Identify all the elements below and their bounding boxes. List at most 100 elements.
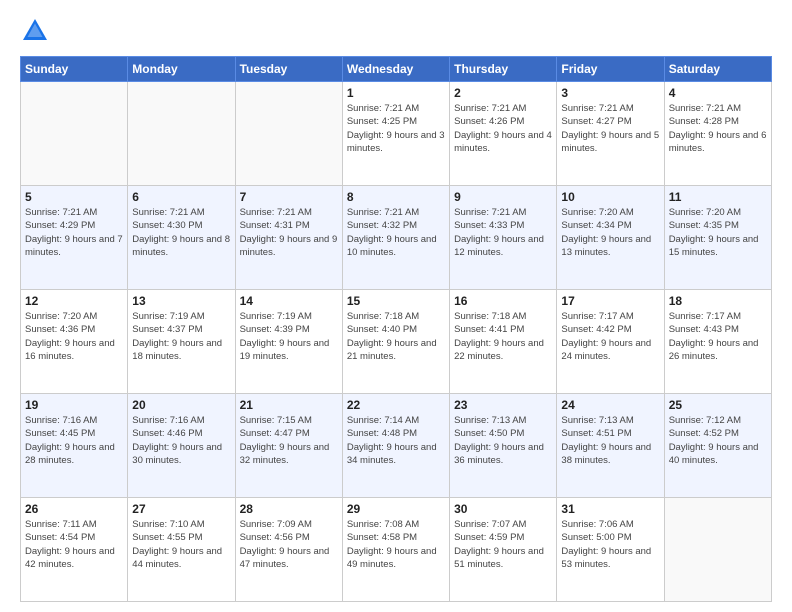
day-info: Sunrise: 7:20 AM Sunset: 4:35 PM Dayligh…: [669, 206, 767, 259]
calendar-cell: 11 Sunrise: 7:20 AM Sunset: 4:35 PM Dayli…: [664, 186, 771, 290]
header: [20, 16, 772, 46]
day-info: Sunrise: 7:21 AM Sunset: 4:32 PM Dayligh…: [347, 206, 445, 259]
day-number: 13: [132, 294, 230, 308]
day-number: 14: [240, 294, 338, 308]
calendar-cell: 30Sunrise: 7:07 AM Sunset: 4:59 PM Dayli…: [450, 498, 557, 602]
weekday-header-saturday: Saturday: [664, 57, 771, 82]
day-info: Sunrise: 7:21 AM Sunset: 4:25 PM Dayligh…: [347, 102, 445, 155]
day-number: 10: [561, 190, 659, 204]
day-info: Sunrise: 7:15 AM Sunset: 4:47 PM Dayligh…: [240, 414, 338, 467]
calendar-cell: 22Sunrise: 7:14 AM Sunset: 4:48 PM Dayli…: [342, 394, 449, 498]
calendar-cell: 21 Sunrise: 7:15 AM Sunset: 4:47 PM Dayli…: [235, 394, 342, 498]
calendar-cell: 19 Sunrise: 7:16 AM Sunset: 4:45 PM Dayli…: [21, 394, 128, 498]
day-number: 16: [454, 294, 552, 308]
calendar-cell: 1 Sunrise: 7:21 AM Sunset: 4:25 PM Daylig…: [342, 82, 449, 186]
calendar-cell: 5Sunrise: 7:21 AM Sunset: 4:29 PM Daylig…: [21, 186, 128, 290]
day-number: 4: [669, 86, 767, 100]
day-number: 28: [240, 502, 338, 516]
day-number: 21: [240, 398, 338, 412]
weekday-header-sunday: Sunday: [21, 57, 128, 82]
page: SundayMondayTuesdayWednesdayThursdayFrid…: [0, 0, 792, 612]
day-number: 23: [454, 398, 552, 412]
calendar-cell: 18 Sunrise: 7:17 AM Sunset: 4:43 PM Dayli…: [664, 290, 771, 394]
logo: [20, 16, 54, 46]
calendar-cell: 7Sunrise: 7:21 AM Sunset: 4:31 PM Daylig…: [235, 186, 342, 290]
day-number: 26: [25, 502, 123, 516]
day-info: Sunrise: 7:16 AM Sunset: 4:46 PM Dayligh…: [132, 414, 230, 467]
day-info: Sunrise: 7:13 AM Sunset: 4:51 PM Dayligh…: [561, 414, 659, 467]
calendar-week-5: 26 Sunrise: 7:11 AM Sunset: 4:54 PM Dayli…: [21, 498, 772, 602]
day-number: 11: [669, 190, 767, 204]
calendar-cell: 13 Sunrise: 7:19 AM Sunset: 4:37 PM Dayli…: [128, 290, 235, 394]
day-info: Sunrise: 7:21 AM Sunset: 4:29 PM Dayligh…: [25, 206, 123, 259]
calendar-cell: 2 Sunrise: 7:21 AM Sunset: 4:26 PM Daylig…: [450, 82, 557, 186]
weekday-header-row: SundayMondayTuesdayWednesdayThursdayFrid…: [21, 57, 772, 82]
calendar-cell: 28 Sunrise: 7:09 AM Sunset: 4:56 PM Dayli…: [235, 498, 342, 602]
calendar-cell: [21, 82, 128, 186]
day-info: Sunrise: 7:21 AM Sunset: 4:26 PM Dayligh…: [454, 102, 552, 155]
day-number: 29: [347, 502, 445, 516]
day-info: Sunrise: 7:21 AM Sunset: 4:28 PM Dayligh…: [669, 102, 767, 155]
calendar-cell: 27Sunrise: 7:10 AM Sunset: 4:55 PM Dayli…: [128, 498, 235, 602]
calendar-cell: 16 Sunrise: 7:18 AM Sunset: 4:41 PM Dayli…: [450, 290, 557, 394]
calendar-cell: 23Sunrise: 7:13 AM Sunset: 4:50 PM Dayli…: [450, 394, 557, 498]
calendar-cell: [235, 82, 342, 186]
day-info: Sunrise: 7:20 AM Sunset: 4:36 PM Dayligh…: [25, 310, 123, 363]
day-info: Sunrise: 7:12 AM Sunset: 4:52 PM Dayligh…: [669, 414, 767, 467]
calendar-cell: 12Sunrise: 7:20 AM Sunset: 4:36 PM Dayli…: [21, 290, 128, 394]
calendar-cell: 26 Sunrise: 7:11 AM Sunset: 4:54 PM Dayli…: [21, 498, 128, 602]
day-number: 2: [454, 86, 552, 100]
calendar-cell: 10Sunrise: 7:20 AM Sunset: 4:34 PM Dayli…: [557, 186, 664, 290]
calendar-cell: 9 Sunrise: 7:21 AM Sunset: 4:33 PM Daylig…: [450, 186, 557, 290]
day-info: Sunrise: 7:18 AM Sunset: 4:40 PM Dayligh…: [347, 310, 445, 363]
day-number: 24: [561, 398, 659, 412]
day-info: Sunrise: 7:09 AM Sunset: 4:56 PM Dayligh…: [240, 518, 338, 571]
day-number: 7: [240, 190, 338, 204]
calendar-week-2: 5Sunrise: 7:21 AM Sunset: 4:29 PM Daylig…: [21, 186, 772, 290]
weekday-header-monday: Monday: [128, 57, 235, 82]
day-info: Sunrise: 7:07 AM Sunset: 4:59 PM Dayligh…: [454, 518, 552, 571]
calendar-cell: 6Sunrise: 7:21 AM Sunset: 4:30 PM Daylig…: [128, 186, 235, 290]
day-number: 19: [25, 398, 123, 412]
day-info: Sunrise: 7:17 AM Sunset: 4:42 PM Dayligh…: [561, 310, 659, 363]
day-number: 27: [132, 502, 230, 516]
day-info: Sunrise: 7:17 AM Sunset: 4:43 PM Dayligh…: [669, 310, 767, 363]
day-info: Sunrise: 7:06 AM Sunset: 5:00 PM Dayligh…: [561, 518, 659, 571]
day-info: Sunrise: 7:16 AM Sunset: 4:45 PM Dayligh…: [25, 414, 123, 467]
calendar-cell: 4 Sunrise: 7:21 AM Sunset: 4:28 PM Daylig…: [664, 82, 771, 186]
calendar-cell: 8 Sunrise: 7:21 AM Sunset: 4:32 PM Daylig…: [342, 186, 449, 290]
calendar-cell: [128, 82, 235, 186]
day-number: 8: [347, 190, 445, 204]
day-info: Sunrise: 7:19 AM Sunset: 4:39 PM Dayligh…: [240, 310, 338, 363]
calendar-week-4: 19 Sunrise: 7:16 AM Sunset: 4:45 PM Dayli…: [21, 394, 772, 498]
day-info: Sunrise: 7:21 AM Sunset: 4:33 PM Dayligh…: [454, 206, 552, 259]
day-number: 6: [132, 190, 230, 204]
day-number: 31: [561, 502, 659, 516]
day-info: Sunrise: 7:11 AM Sunset: 4:54 PM Dayligh…: [25, 518, 123, 571]
calendar-cell: 24 Sunrise: 7:13 AM Sunset: 4:51 PM Dayli…: [557, 394, 664, 498]
weekday-header-tuesday: Tuesday: [235, 57, 342, 82]
day-info: Sunrise: 7:19 AM Sunset: 4:37 PM Dayligh…: [132, 310, 230, 363]
calendar-week-1: 1 Sunrise: 7:21 AM Sunset: 4:25 PM Daylig…: [21, 82, 772, 186]
calendar-table: SundayMondayTuesdayWednesdayThursdayFrid…: [20, 56, 772, 602]
calendar-cell: 15 Sunrise: 7:18 AM Sunset: 4:40 PM Dayli…: [342, 290, 449, 394]
calendar-cell: 17Sunrise: 7:17 AM Sunset: 4:42 PM Dayli…: [557, 290, 664, 394]
calendar-cell: 14 Sunrise: 7:19 AM Sunset: 4:39 PM Dayli…: [235, 290, 342, 394]
calendar-cell: 3Sunrise: 7:21 AM Sunset: 4:27 PM Daylig…: [557, 82, 664, 186]
calendar-week-3: 12Sunrise: 7:20 AM Sunset: 4:36 PM Dayli…: [21, 290, 772, 394]
day-number: 9: [454, 190, 552, 204]
weekday-header-friday: Friday: [557, 57, 664, 82]
day-number: 15: [347, 294, 445, 308]
day-number: 25: [669, 398, 767, 412]
day-info: Sunrise: 7:18 AM Sunset: 4:41 PM Dayligh…: [454, 310, 552, 363]
day-info: Sunrise: 7:08 AM Sunset: 4:58 PM Dayligh…: [347, 518, 445, 571]
calendar-cell: 29 Sunrise: 7:08 AM Sunset: 4:58 PM Dayli…: [342, 498, 449, 602]
calendar-cell: 20Sunrise: 7:16 AM Sunset: 4:46 PM Dayli…: [128, 394, 235, 498]
calendar-cell: 25 Sunrise: 7:12 AM Sunset: 4:52 PM Dayli…: [664, 394, 771, 498]
day-info: Sunrise: 7:14 AM Sunset: 4:48 PM Dayligh…: [347, 414, 445, 467]
day-number: 18: [669, 294, 767, 308]
day-number: 1: [347, 86, 445, 100]
calendar-cell: 31 Sunrise: 7:06 AM Sunset: 5:00 PM Dayli…: [557, 498, 664, 602]
weekday-header-thursday: Thursday: [450, 57, 557, 82]
logo-icon: [20, 16, 50, 46]
